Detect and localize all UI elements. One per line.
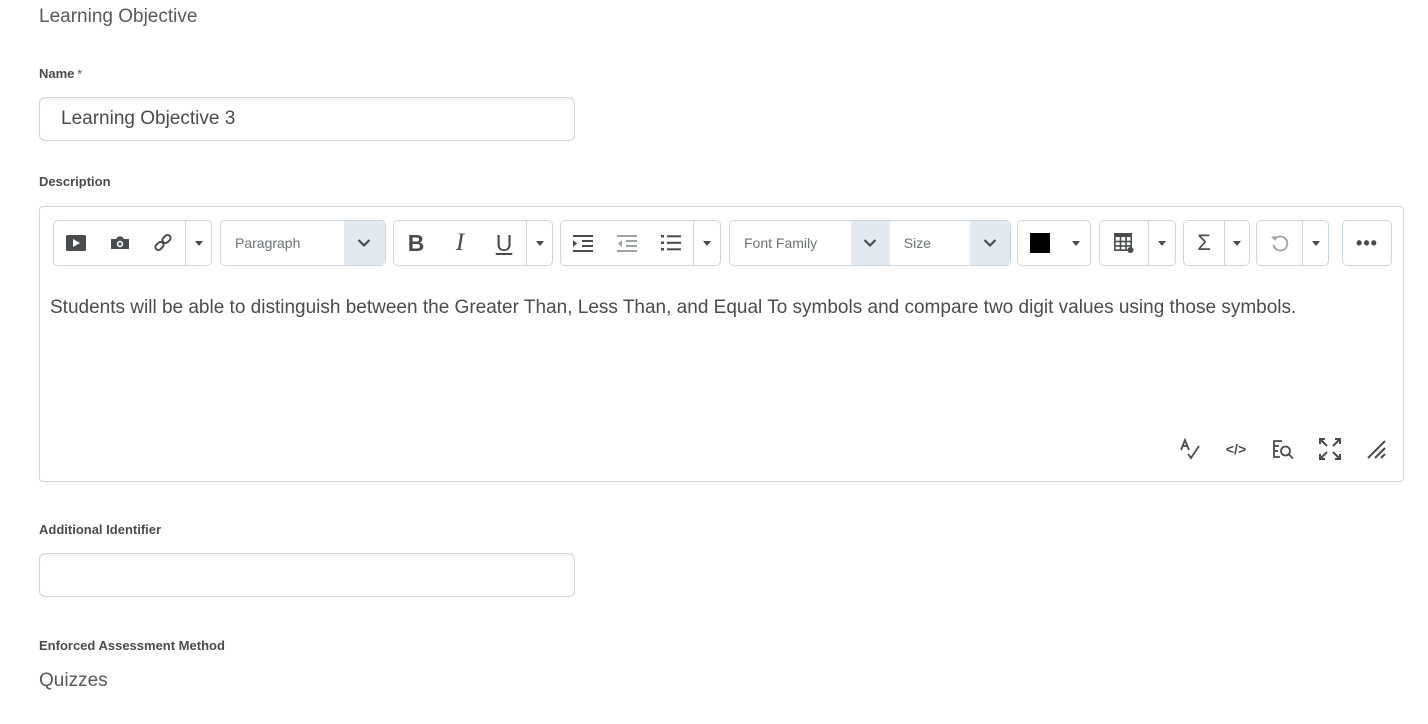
font-family-dropdown-arrow[interactable] [851, 221, 890, 265]
text-color-button[interactable] [1018, 221, 1062, 265]
chevron-down-icon [983, 239, 997, 248]
list-more-dropdown[interactable] [693, 221, 720, 265]
indent-icon [573, 235, 593, 252]
video-icon [65, 235, 86, 251]
code-icon: </> [1225, 441, 1247, 457]
font-family-dropdown[interactable]: Font Family [730, 221, 851, 265]
chevron-down-icon [358, 239, 371, 248]
enforced-assessment-label: Enforced Assessment Method [39, 638, 225, 653]
preview-icon [1273, 440, 1294, 460]
chevron-down-icon [1158, 240, 1166, 246]
description-editor: Paragraph B I U Font Family Size Σ ••• S… [39, 206, 1404, 482]
chevron-down-icon [1072, 240, 1080, 246]
camera-icon [110, 236, 129, 249]
name-label-text: Name [39, 66, 75, 81]
equation-toolbar-group: Σ [1183, 220, 1250, 266]
chevron-down-icon [1311, 240, 1320, 246]
paragraph-dropdown-arrow[interactable] [343, 221, 385, 265]
bullet-list-button[interactable] [649, 221, 693, 265]
indent-button[interactable] [561, 221, 605, 265]
font-size-dropdown-arrow[interactable] [969, 221, 1010, 265]
history-more-dropdown[interactable] [1302, 221, 1328, 265]
resize-handle[interactable] [1364, 437, 1388, 461]
additional-identifier-input[interactable] [39, 553, 575, 597]
undo-icon [1270, 235, 1288, 252]
color-swatch-icon [1030, 233, 1050, 253]
resize-icon [1367, 440, 1386, 459]
section-title: Learning Objective [39, 6, 198, 27]
text-color-picker[interactable] [1017, 220, 1091, 266]
insert-more-dropdown[interactable] [185, 221, 211, 265]
table-more-dropdown[interactable] [1148, 221, 1175, 265]
fullscreen-icon [1319, 438, 1341, 460]
more-icon: ••• [1356, 232, 1378, 253]
paragraph-toolbar-group [560, 220, 721, 266]
link-icon [154, 233, 172, 252]
spellcheck-icon [1180, 438, 1200, 460]
font-toolbar-group: Font Family Size [729, 220, 1011, 266]
outdent-button[interactable] [605, 221, 649, 265]
source-code-button[interactable]: </> [1224, 437, 1248, 461]
outdent-icon [617, 235, 637, 252]
description-label: Description [39, 174, 111, 189]
chevron-down-icon [535, 240, 544, 246]
font-size-dropdown[interactable]: Size [890, 221, 970, 265]
underline-button[interactable]: U [482, 221, 526, 265]
name-label: Name * [39, 66, 82, 81]
bold-icon: B [407, 229, 425, 256]
list-icon [661, 235, 681, 251]
insert-toolbar-group [53, 220, 212, 266]
insert-table-button[interactable] [1100, 221, 1148, 265]
chevron-down-icon [194, 240, 203, 246]
italic-icon: I [455, 229, 465, 256]
spellcheck-button[interactable] [1178, 437, 1202, 461]
more-actions-button[interactable]: ••• [1342, 220, 1392, 266]
additional-identifier-label: Additional Identifier [39, 522, 162, 537]
chevron-down-icon [864, 239, 877, 248]
format-more-dropdown[interactable] [526, 221, 552, 265]
insert-link-button[interactable] [141, 221, 185, 265]
equation-more-dropdown[interactable] [1224, 221, 1249, 265]
fullscreen-button[interactable] [1318, 437, 1342, 461]
paragraph-label: Paragraph [235, 235, 301, 251]
table-toolbar-group [1099, 220, 1176, 266]
chevron-down-icon [1233, 240, 1241, 246]
italic-button[interactable]: I [438, 221, 482, 265]
format-toolbar-group: B I U [393, 220, 553, 266]
underline-icon: U [495, 229, 513, 256]
paragraph-dropdown[interactable]: Paragraph [220, 220, 386, 266]
insert-equation-button[interactable]: Σ [1184, 221, 1224, 265]
required-marker: * [77, 67, 83, 81]
table-icon [1113, 232, 1134, 253]
name-input[interactable] [39, 97, 575, 141]
history-toolbar-group [1256, 220, 1329, 266]
preview-button[interactable] [1271, 437, 1295, 461]
description-content[interactable]: Students will be able to distinguish bet… [50, 297, 1296, 319]
undo-button[interactable] [1257, 221, 1302, 265]
insert-video-button[interactable] [54, 221, 98, 265]
bold-button[interactable]: B [394, 221, 438, 265]
insert-image-button[interactable] [98, 221, 142, 265]
sigma-icon: Σ [1197, 230, 1211, 255]
text-color-dropdown[interactable] [1062, 221, 1090, 265]
enforced-assessment-value: Quizzes [39, 670, 108, 691]
chevron-down-icon [703, 240, 711, 246]
